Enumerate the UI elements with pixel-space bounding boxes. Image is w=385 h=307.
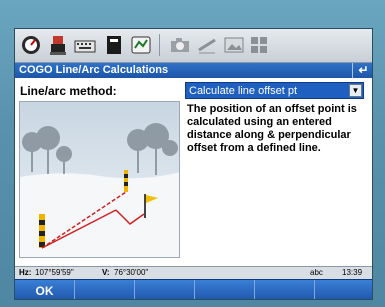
method-dropdown[interactable]: Calculate line offset pt ▼: [185, 82, 364, 99]
softkey-bar: OK: [15, 279, 372, 299]
softkey-3[interactable]: [135, 280, 195, 299]
input-mode: abc: [310, 268, 323, 277]
book-icon[interactable]: [103, 34, 125, 56]
method-illustration: [19, 101, 180, 258]
camera-icon[interactable]: [169, 34, 191, 56]
v-value: 76°30'00": [114, 268, 149, 277]
device-screen: COGO Line/Arc Calculations ↵ Line/arc me…: [14, 28, 373, 300]
keyboard-icon[interactable]: [74, 34, 96, 56]
softkey-4[interactable]: [195, 280, 255, 299]
survey-icon[interactable]: [130, 34, 152, 56]
robot-icon[interactable]: [47, 34, 69, 56]
window-title-bar: COGO Line/Arc Calculations ↵: [15, 63, 372, 78]
image-icon[interactable]: [223, 34, 245, 56]
method-description: The position of an offset point is calcu…: [187, 103, 357, 154]
softkey-2[interactable]: [75, 280, 135, 299]
measure-icon[interactable]: [196, 34, 218, 56]
softkey-6[interactable]: [315, 280, 372, 299]
hz-value: 107°59'59": [35, 268, 74, 277]
chevron-down-icon[interactable]: ▼: [349, 84, 362, 97]
grid-icon[interactable]: [248, 34, 270, 56]
back-arrow-icon[interactable]: ↵: [352, 63, 372, 78]
top-toolbar: [15, 29, 372, 63]
toolbar-separator: [159, 34, 160, 56]
method-dropdown-value: Calculate line offset pt: [189, 85, 298, 97]
window-title: COGO Line/Arc Calculations: [19, 64, 169, 76]
clock: 13:39: [342, 268, 363, 277]
ok-button[interactable]: OK: [15, 280, 75, 299]
softkey-5[interactable]: [255, 280, 315, 299]
snowy-landscape-illustration: [20, 102, 179, 257]
status-bar: Hz: 107°59'59" V: 76°30'00" abc 13:39: [15, 266, 372, 279]
hz-label: Hz:: [19, 268, 32, 277]
method-label: Line/arc method:: [20, 84, 117, 98]
v-label: V:: [102, 268, 110, 277]
gauge-icon[interactable]: [20, 34, 42, 56]
